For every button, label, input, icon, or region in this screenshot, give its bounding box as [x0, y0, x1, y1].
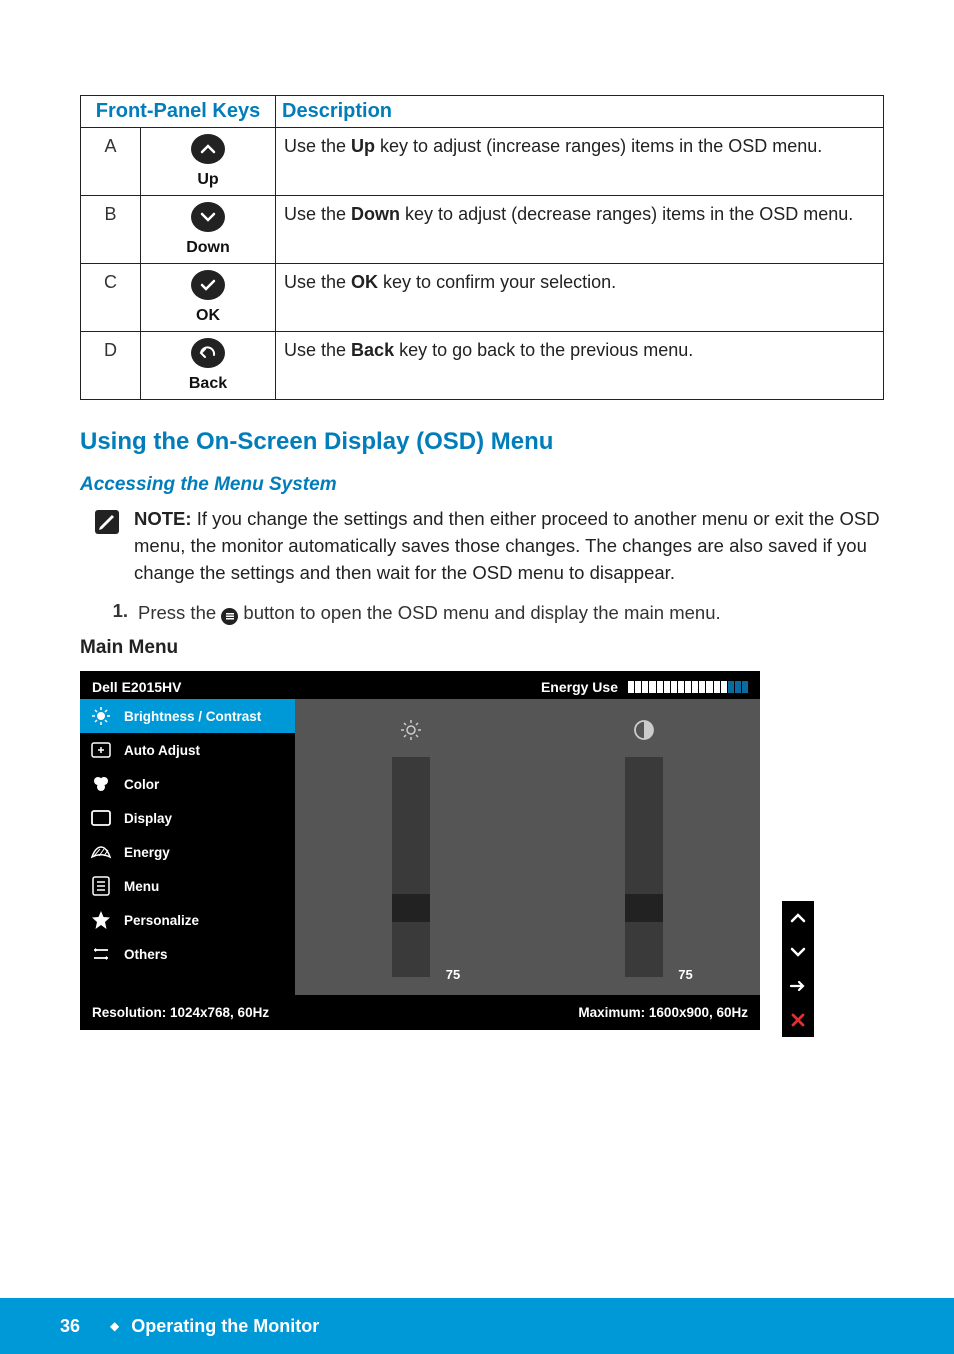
energy-icon — [90, 841, 112, 863]
osd-menu-menu[interactable]: Menu — [80, 869, 295, 903]
row-letter: D — [81, 332, 141, 400]
osd-menu-energy[interactable]: Energy — [80, 835, 295, 869]
osd-menu-color[interactable]: Color — [80, 767, 295, 801]
brightness-icon — [90, 705, 112, 727]
footer-diamond-icon: ◆ — [110, 1319, 119, 1333]
footer-title: Operating the Monitor — [131, 1316, 319, 1337]
osd-model-label: Dell E2015HV — [92, 679, 182, 695]
osd-menu-display[interactable]: Display — [80, 801, 295, 835]
osd-menu-label: Color — [124, 777, 159, 792]
energy-use-label: Energy Use — [541, 679, 618, 695]
osd-menu-label: Display — [124, 811, 172, 826]
contrast-slider[interactable]: 75 — [528, 717, 761, 977]
osd-up-button[interactable] — [782, 901, 814, 935]
key-label: OK — [145, 307, 271, 325]
others-icon — [90, 943, 112, 965]
table-row: A Up Use the Up key to adjust (increase … — [81, 128, 884, 196]
row-letter: A — [81, 128, 141, 196]
contrast-slider-icon — [633, 717, 655, 743]
osd-menu-label: Personalize — [124, 913, 199, 928]
osd-side-buttons — [782, 901, 814, 1037]
osd-menu-label: Others — [124, 947, 168, 962]
menu-icon — [90, 875, 112, 897]
osd-menu-label: Menu — [124, 879, 159, 894]
osd-menu-auto-adjust[interactable]: Auto Adjust — [80, 733, 295, 767]
page-number: 36 — [60, 1316, 80, 1337]
osd-menu-personalize[interactable]: Personalize — [80, 903, 295, 937]
osd-menu-brightness[interactable]: Brightness / Contrast — [80, 699, 295, 733]
osd-enter-button[interactable] — [782, 969, 814, 1003]
front-panel-keys-table: Front-Panel Keys Description A Up Use th… — [80, 95, 884, 400]
display-icon — [90, 807, 112, 829]
menu-button-icon — [221, 608, 238, 625]
brightness-slider[interactable]: 75 — [295, 717, 528, 977]
main-menu-heading: Main Menu — [80, 637, 884, 659]
table-row: B Down Use the Down key to adjust (decre… — [81, 196, 884, 264]
energy-use-bar — [628, 681, 748, 693]
osd-menu-label: Brightness / Contrast — [124, 709, 261, 724]
down-key-icon — [191, 202, 225, 232]
ok-key-icon — [191, 270, 225, 300]
page-footer: 36 ◆ Operating the Monitor — [0, 1298, 954, 1354]
note-text: If you change the settings and then eith… — [134, 508, 880, 583]
contrast-value: 75 — [678, 967, 692, 982]
table-header-keys: Front-Panel Keys — [81, 96, 276, 128]
up-key-icon — [191, 134, 225, 164]
note-block: NOTE: If you change the settings and the… — [94, 506, 884, 586]
key-label: Down — [145, 239, 271, 257]
key-label: Back — [145, 375, 271, 393]
osd-maximum: Maximum: 1600x900, 60Hz — [578, 1005, 748, 1020]
osd-down-button[interactable] — [782, 935, 814, 969]
osd-menu-others[interactable]: Others — [80, 937, 295, 971]
table-row: D Back Use the Back key to go back to th… — [81, 332, 884, 400]
note-label: NOTE: — [134, 508, 192, 529]
color-icon — [90, 773, 112, 795]
row-letter: C — [81, 264, 141, 332]
osd-resolution: Resolution: 1024x768, 60Hz — [92, 1005, 269, 1020]
osd-sliders-area: 75 75 — [295, 699, 760, 995]
star-icon — [90, 909, 112, 931]
pencil-icon — [94, 509, 120, 535]
osd-panel: Dell E2015HV Energy Use Brightness / Con… — [80, 671, 760, 1030]
key-label: Up — [145, 171, 271, 189]
table-header-desc: Description — [276, 96, 884, 128]
section-subheading-accessing: Accessing the Menu System — [80, 474, 884, 496]
step-1: 1. Press the button to open the OSD menu… — [110, 600, 884, 627]
section-heading-osd: Using the On-Screen Display (OSD) Menu — [80, 428, 884, 456]
row-letter: B — [81, 196, 141, 264]
osd-menu-label: Energy — [124, 845, 170, 860]
brightness-slider-icon — [399, 717, 423, 743]
osd-menu-label: Auto Adjust — [124, 743, 200, 758]
table-row: C OK Use the OK key to confirm your sele… — [81, 264, 884, 332]
back-key-icon — [191, 338, 225, 368]
auto-adjust-icon — [90, 739, 112, 761]
osd-menu-list: Brightness / Contrast Auto Adjust Color — [80, 699, 295, 995]
osd-close-button[interactable] — [782, 1003, 814, 1037]
brightness-value: 75 — [446, 967, 460, 982]
